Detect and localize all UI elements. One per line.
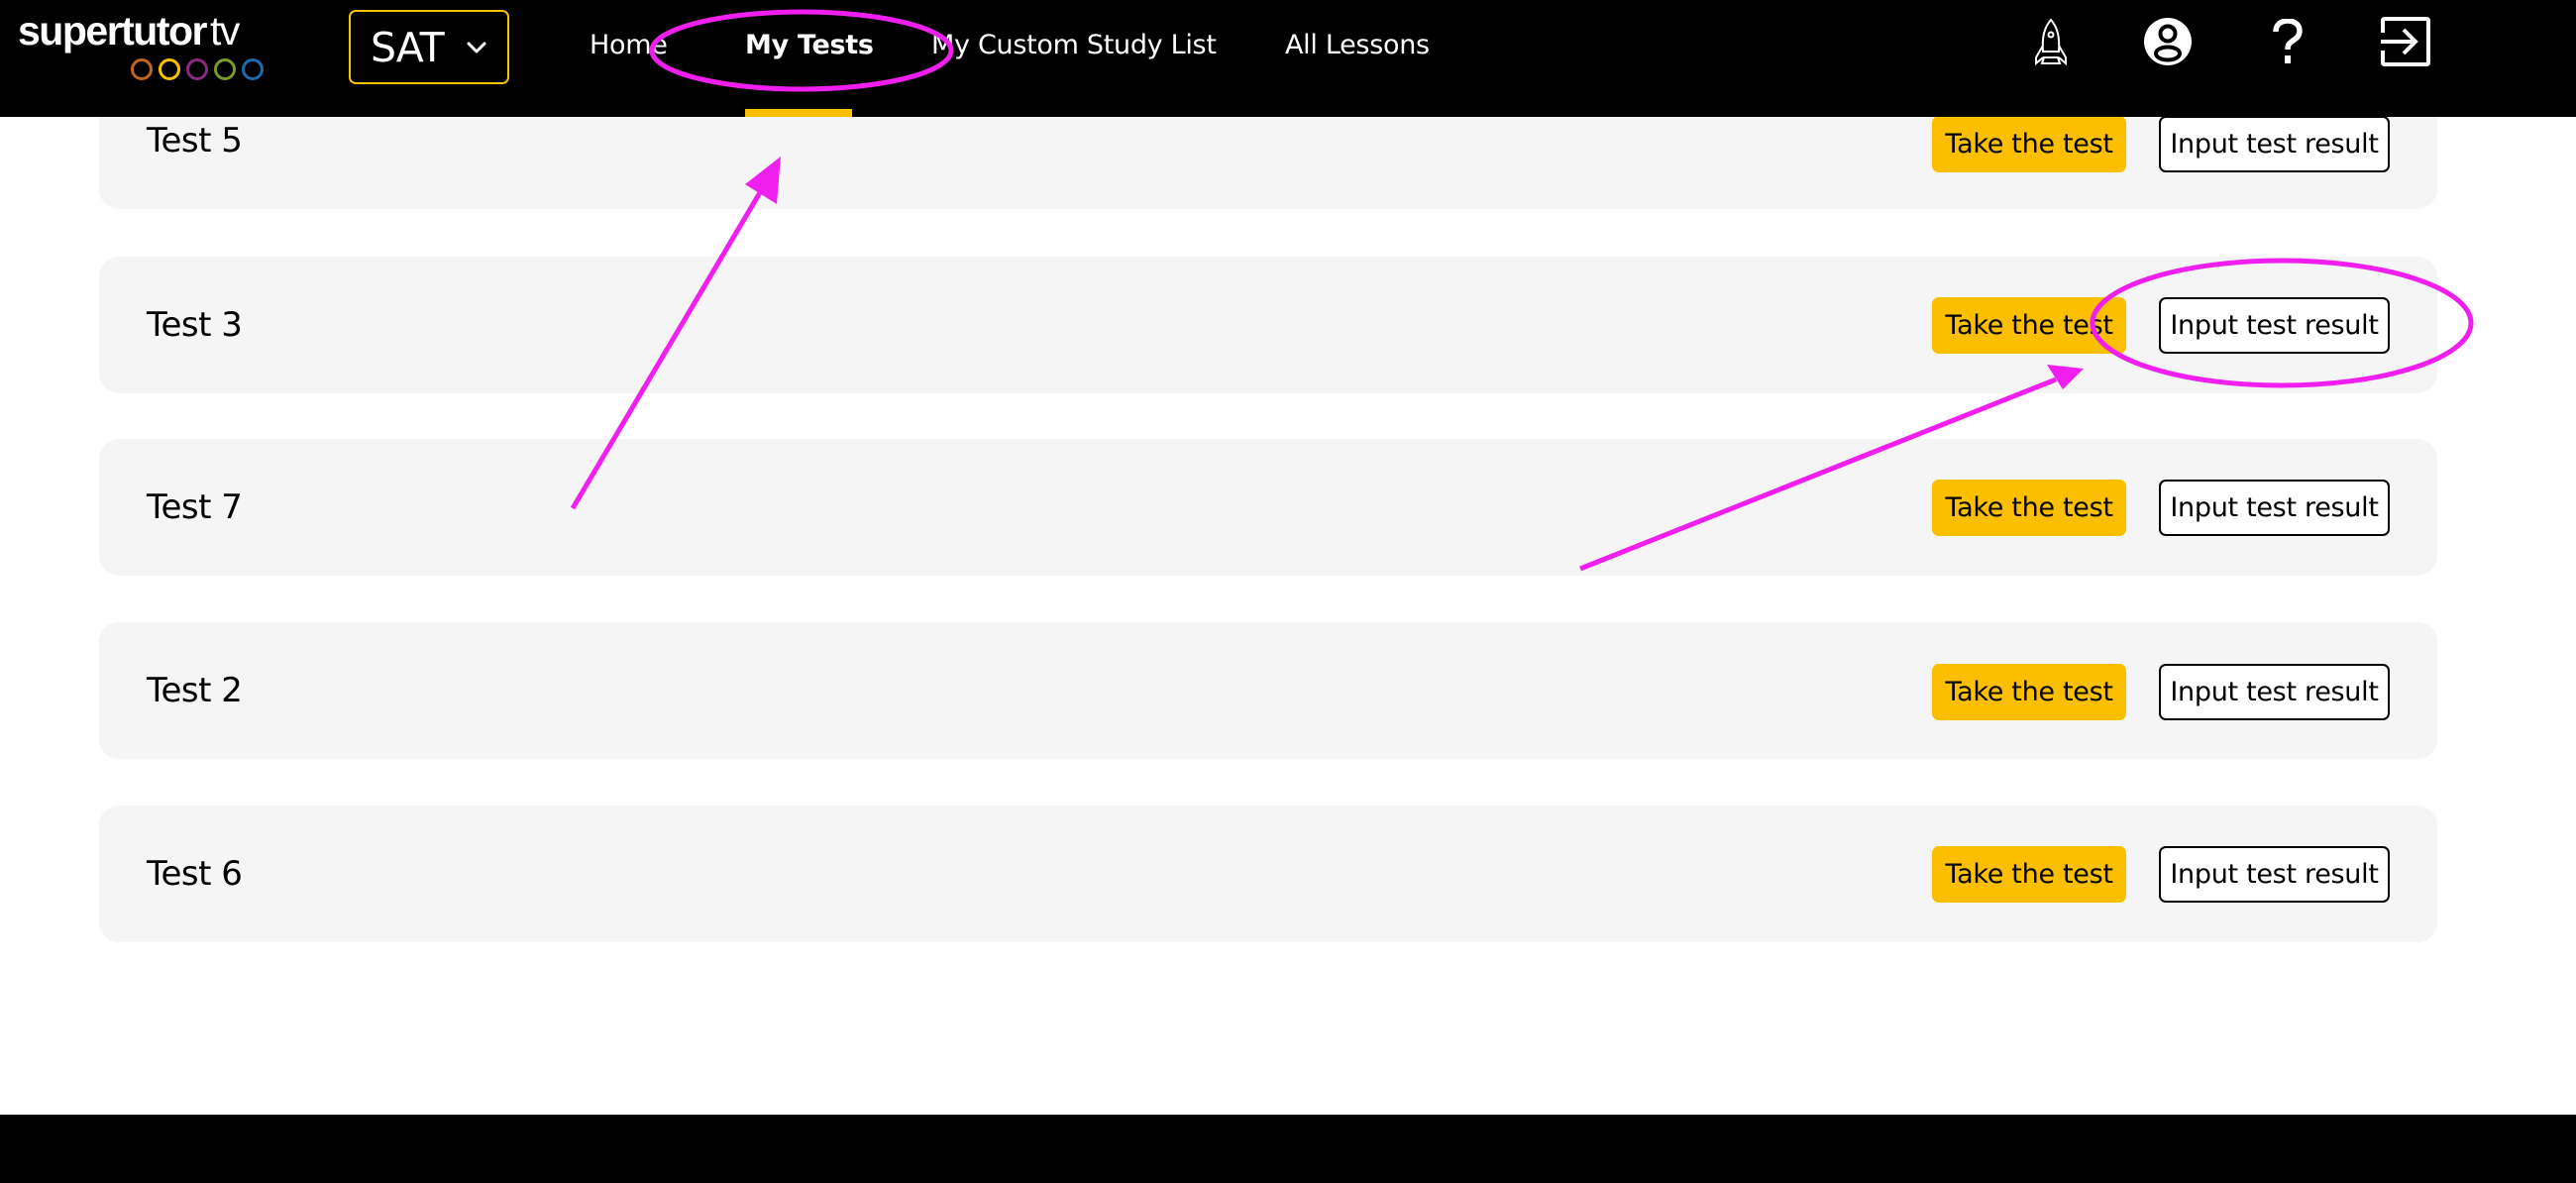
input-test-result-button[interactable]: Input test result bbox=[2159, 846, 2390, 903]
nav-item-home[interactable]: Home bbox=[590, 30, 668, 60]
test-row: Test 3 Take the test Input test result bbox=[99, 257, 2437, 393]
take-test-button[interactable]: Take the test bbox=[1932, 664, 2126, 720]
take-test-button[interactable]: Take the test bbox=[1932, 116, 2126, 172]
input-test-result-button[interactable]: Input test result bbox=[2159, 116, 2390, 172]
logo-rings bbox=[131, 58, 264, 80]
top-navigation-bar: supertutortv SAT Home My Tests My Custom… bbox=[0, 0, 2576, 117]
logo-wordmark: supertutortv bbox=[18, 8, 240, 54]
logo-ring-icon bbox=[242, 58, 264, 80]
logo-ring-icon bbox=[159, 58, 180, 80]
exam-selector-value: SAT bbox=[371, 23, 445, 71]
test-name: Test 6 bbox=[147, 854, 243, 894]
logout-icon[interactable] bbox=[2380, 17, 2431, 66]
take-test-button[interactable]: Take the test bbox=[1932, 480, 2126, 536]
logo-text-thin: tv bbox=[210, 8, 240, 54]
nav-item-all-lessons[interactable]: All Lessons bbox=[1285, 30, 1430, 60]
nav-item-my-custom-study-list[interactable]: My Custom Study List bbox=[931, 30, 1217, 60]
logo-ring-icon bbox=[186, 58, 208, 80]
test-name: Test 2 bbox=[147, 671, 243, 710]
test-name: Test 7 bbox=[147, 487, 243, 527]
input-test-result-button[interactable]: Input test result bbox=[2159, 480, 2390, 536]
supertutortv-logo[interactable]: supertutortv bbox=[18, 8, 277, 87]
user-account-icon[interactable] bbox=[2143, 17, 2193, 66]
test-name: Test 5 bbox=[147, 121, 243, 161]
test-row: Test 2 Take the test Input test result bbox=[99, 622, 2437, 759]
nav-item-my-tests[interactable]: My Tests bbox=[745, 30, 874, 60]
help-icon[interactable] bbox=[2272, 19, 2304, 65]
test-name: Test 3 bbox=[147, 305, 243, 345]
chevron-down-icon bbox=[467, 42, 486, 53]
rocket-icon[interactable] bbox=[2033, 18, 2069, 65]
test-row: Test 6 Take the test Input test result bbox=[99, 806, 2437, 942]
page-footer bbox=[0, 1115, 2576, 1183]
exam-selector-dropdown[interactable]: SAT bbox=[349, 10, 509, 84]
logo-ring-icon bbox=[131, 58, 153, 80]
test-row: Test 7 Take the test Input test result bbox=[99, 439, 2437, 576]
logo-text-bold: supertutor bbox=[18, 8, 208, 54]
input-test-result-button[interactable]: Input test result bbox=[2159, 297, 2390, 354]
input-test-result-button[interactable]: Input test result bbox=[2159, 664, 2390, 720]
logo-ring-icon bbox=[214, 58, 236, 80]
take-test-button[interactable]: Take the test bbox=[1932, 297, 2126, 354]
active-tab-indicator bbox=[745, 109, 852, 117]
take-test-button[interactable]: Take the test bbox=[1932, 846, 2126, 903]
